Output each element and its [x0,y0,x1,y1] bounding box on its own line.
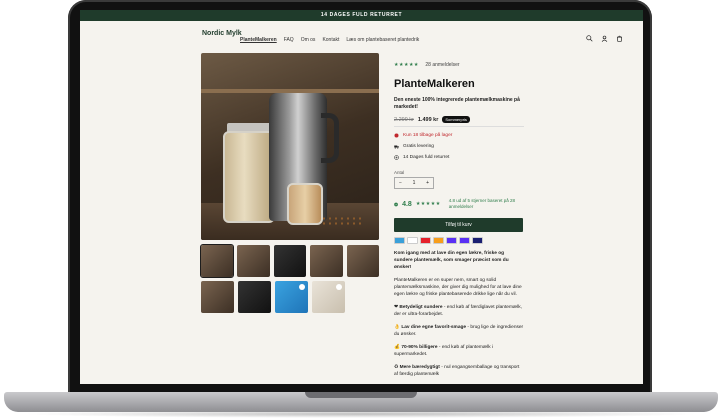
truck-icon [394,145,399,149]
thumbnail-strip [199,244,380,317]
thumbnail-3[interactable] [273,245,307,277]
thumbnail-4[interactable] [310,245,343,277]
price-old: 2.299 kr [394,116,414,123]
quantity-label: Antal [394,170,405,175]
minus-icon[interactable]: − [399,180,402,186]
laptop-notch [305,392,417,398]
feature-stock: Kun 18 tilbage på lager [394,133,524,138]
header-icons [586,35,623,42]
bullet-2: 👌 Lav dine egne favorit-smage - brug lig… [394,325,524,337]
nav-item-om-os[interactable]: Om os [301,37,316,43]
visa-icon [472,237,483,244]
site-header: Nordic Mylk PlanteMalkeren FAQ Om os Kon… [80,21,643,51]
divider [394,126,524,127]
google-pay-icon [420,237,431,244]
price-box: 2.299 kr 1.499 kr Sommerpris [394,116,524,123]
main-nav: PlanteMalkeren FAQ Om os Kontakt Læs om … [240,37,419,43]
feature-delivery: Gratis levering [394,144,524,149]
feature-returns-text: 14 Dages fuld returret [403,155,450,160]
nav-item-kontakt[interactable]: Kontakt [322,37,339,43]
image-oat-jar [223,131,275,223]
thumbnail-video-2[interactable] [312,281,345,313]
product-main-image[interactable] [201,53,379,240]
star-rating-icon: ★★★★★ [394,62,419,68]
image-nut-jar [287,183,323,225]
sale-badge: Sommerpris [442,116,470,123]
price-new: 1.499 kr [417,116,439,123]
thumbnail-1[interactable] [199,244,235,278]
product-title: PlanteMalkeren [394,78,475,90]
mastercard-icon [433,237,444,244]
payment-icons [394,237,524,244]
add-to-cart-button[interactable]: Tilføj til kurv [394,218,523,232]
review-summary[interactable]: ★★★★★ 28 anmeldelser [394,53,524,71]
thumbnail-video-1[interactable] [275,281,308,313]
bullet-3: 💰 70-90% billigere - end køb af plantemæ… [394,345,494,357]
announcement-bar: 14 DAGES FULD RETURRET [80,10,643,21]
amex-icon [394,237,405,244]
nav-item-faq[interactable]: FAQ [284,37,294,43]
rating-score: 4.8 [402,200,412,208]
product-description: Kom igang med at lave din egen lækre, fr… [394,250,524,378]
description-intro: Kom igang med at lave din egen lækre, fr… [394,251,509,270]
thumbnail-5[interactable] [346,245,380,277]
quantity-stepper[interactable]: − 1 + [394,177,434,189]
apple-pay-icon [407,237,418,244]
nav-item-plantedrik[interactable]: Læs om plantebaseret plantedrik [346,37,419,43]
browser-screen: 14 DAGES FULD RETURRET Nordic Mylk Plant… [80,10,643,384]
stock-dot-icon [394,133,399,138]
product-info: ★★★★★ 28 anmeldelser PlanteMalkeren Den … [394,53,524,378]
review-count: 28 anmeldelser [425,62,460,68]
plus-icon[interactable]: + [426,180,429,186]
feature-delivery-text: Gratis levering [403,144,434,149]
site-logo[interactable]: Nordic Mylk [202,30,242,38]
description-paragraph: PlanteMalkeren er en super nem, smart og… [394,278,522,297]
search-icon[interactable] [586,35,593,42]
nav-item-plantemalkeren[interactable]: PlanteMalkeren [240,37,277,43]
account-icon[interactable] [601,35,608,42]
rating-text: 4.8 ud af 5 stjerner baseret på 28 anmel… [448,198,516,209]
product-subtitle: Den eneste 100% integrerede plantemælkma… [394,97,520,110]
bullet-4: ♻ Mere bæredygtigt - nul engangsemballag… [394,365,520,377]
bullet-1: ❤ Betydeligt sundere - end køb af færdig… [394,305,522,317]
shop-pay-icon [459,237,470,244]
mobilepay-icon [446,237,457,244]
rating-box: 4.8 ★★★★★ 4.8 ud af 5 stjerner baseret p… [394,197,524,211]
feature-returns: 14 Dages fuld returret [394,155,524,160]
rating-stars-icon: ★★★★★ [415,201,441,207]
verified-check-icon [394,202,398,206]
return-icon [394,155,399,160]
quantity-value[interactable]: 1 [413,180,416,186]
thumbnail-2[interactable] [237,245,270,277]
cart-icon[interactable] [616,35,623,42]
image-nuts [321,216,361,226]
image-machine-handle [321,113,339,163]
thumbnail-6[interactable] [201,281,234,313]
thumbnail-7[interactable] [238,281,271,313]
feature-stock-text: Kun 18 tilbage på lager [403,133,453,138]
laptop-scene: 14 DAGES FULD RETURRET Nordic Mylk Plant… [0,0,722,420]
